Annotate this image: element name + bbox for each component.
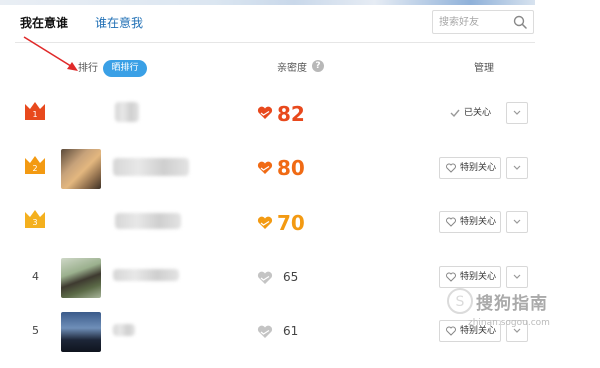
chevron-down-icon [513,219,521,224]
chevron-down-icon [513,274,521,279]
special-care-label: 特别关心 [460,272,497,282]
heart-icon [257,271,273,284]
special-care-label: 特别关心 [460,217,497,227]
search-icon[interactable] [513,15,527,29]
heart-icon [257,216,273,229]
svg-text:1: 1 [32,110,37,119]
share-ranking-button[interactable]: 晒排行 [103,60,147,77]
heart-icon [257,161,273,174]
intimacy-score: 80 [277,156,305,180]
heart-outline-icon [446,217,456,227]
intimacy-score: 61 [283,324,299,338]
top-banner-strip [0,0,535,5]
row-dropdown-button[interactable] [506,102,528,124]
avatar[interactable] [61,312,101,352]
followed-label: 已关心 [464,108,492,118]
blurred-nickname [115,213,181,229]
heart-outline-icon [446,163,456,173]
svg-text:3: 3 [32,218,37,227]
intimacy-score: 65 [283,270,299,284]
heart-icon [257,325,273,338]
special-care-button[interactable]: 特别关心 [439,211,501,233]
blurred-nickname [113,158,189,176]
rank-number: 5 [32,324,39,337]
crown-icon: 3 [25,210,45,228]
avatar[interactable] [61,149,101,189]
intimacy-score: 82 [277,102,305,126]
manage-column-header: 管理 [474,63,494,74]
search-box[interactable] [432,10,534,34]
intimacy-column-header: 亲密度 [277,63,307,74]
rank-number: 4 [32,270,39,283]
followed-button[interactable]: 已关心 [439,102,501,124]
blurred-nickname [113,269,179,281]
chevron-down-icon [513,165,521,170]
blurred-nickname [113,324,135,336]
tab-who-cares-me[interactable]: 谁在意我 [95,16,143,30]
friend-row: 1 82 已关心 [0,88,600,138]
heart-icon [257,106,273,119]
rank-column-header: 排行 [78,63,98,74]
intimacy-score: 70 [277,211,305,235]
friend-row: 2 80 特别关心 [0,145,600,195]
tab-who-i-care[interactable]: 我在意谁 [20,16,68,30]
crown-icon: 2 [25,156,45,174]
search-input[interactable] [439,14,511,30]
special-care-label: 特别关心 [460,163,497,173]
friend-row: 3 70 特别关心 [0,199,600,249]
red-annotation-arrow-icon [23,36,78,71]
heart-outline-icon [446,272,456,282]
avatar[interactable] [61,258,101,298]
svg-text:S: S [456,294,465,310]
check-icon [450,109,460,118]
blurred-nickname [115,102,139,122]
help-icon[interactable]: ? [312,60,324,72]
crown-icon: 1 [25,102,45,120]
special-care-button[interactable]: 特别关心 [439,157,501,179]
row-dropdown-button[interactable] [506,157,528,179]
watermark-text: 搜狗指南 [476,294,548,314]
row-dropdown-button[interactable] [506,211,528,233]
svg-text:2: 2 [32,164,37,173]
tab-divider [15,42,535,43]
chevron-down-icon [513,110,521,115]
watermark-url: zhinan.sogou.com [468,318,550,328]
